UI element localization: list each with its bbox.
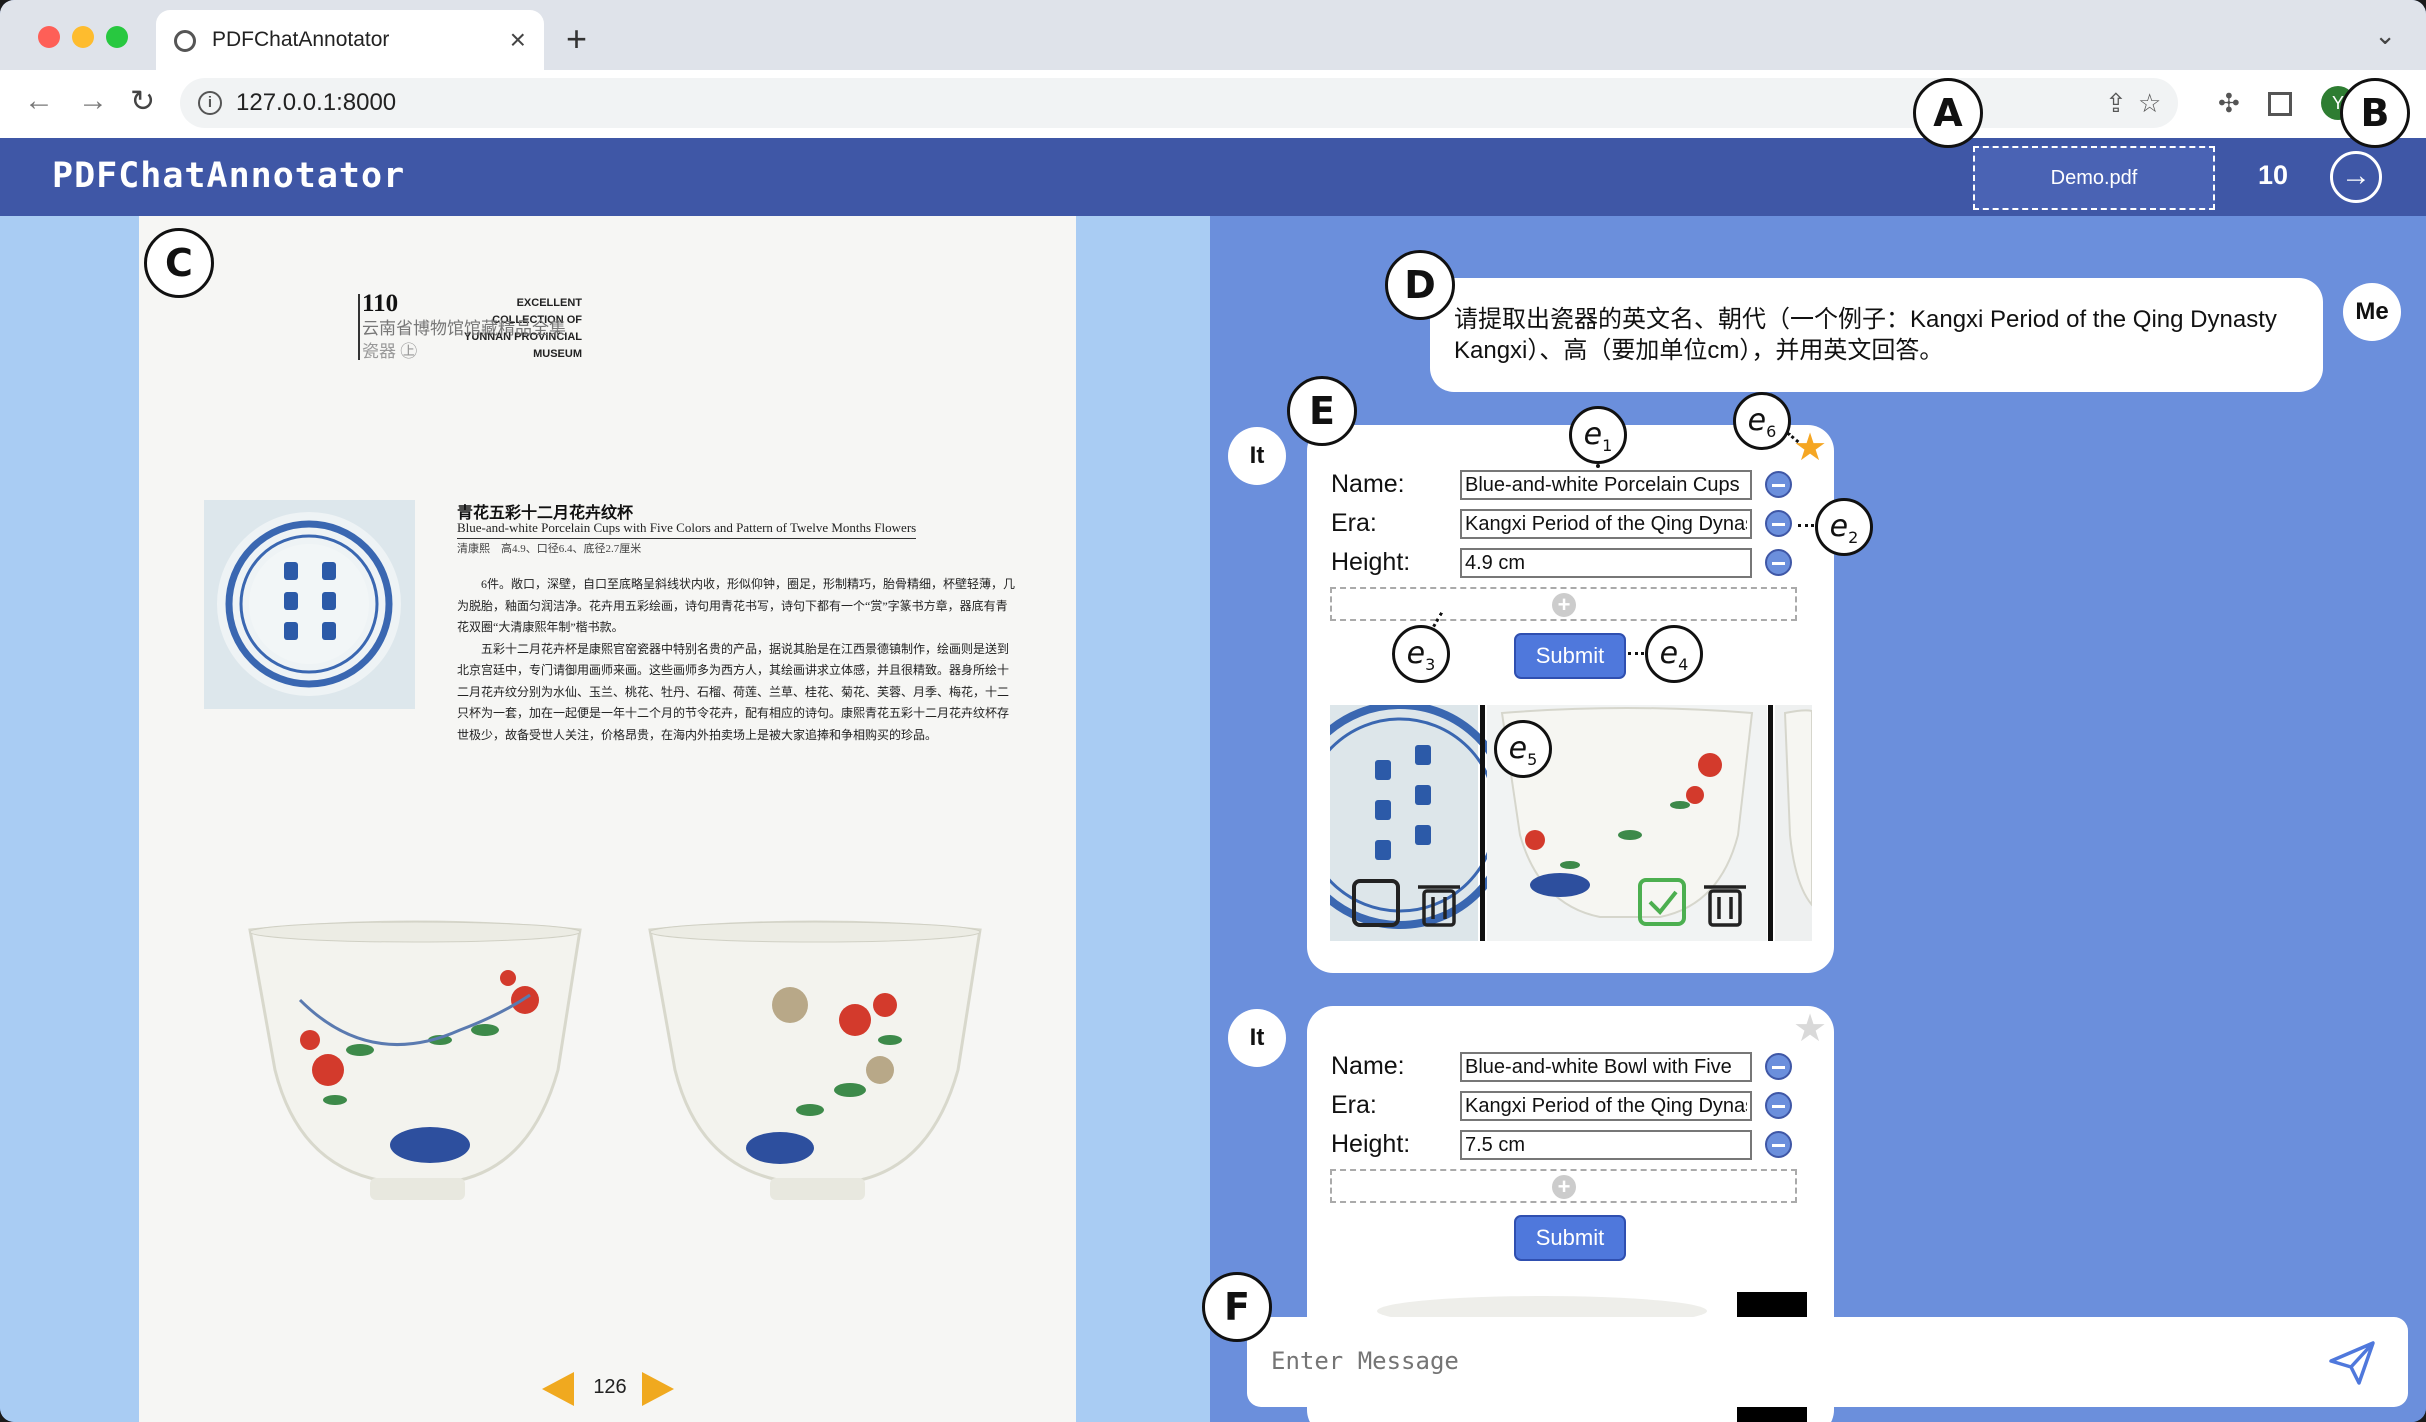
callout-b: B bbox=[2340, 78, 2410, 148]
divider bbox=[358, 294, 360, 360]
item-meta: 清康熙 高4.9、口径6.4、底径2.7厘米 bbox=[457, 543, 642, 555]
item-description: 6件。敞口，深壁，自口至底略呈斜线状内收，形似仰钟，圈足，形制精巧，胎骨精细，杯… bbox=[457, 574, 1017, 746]
info-icon[interactable]: i bbox=[198, 91, 222, 115]
name-field[interactable] bbox=[1460, 470, 1752, 500]
new-tab-icon[interactable]: + bbox=[566, 18, 587, 60]
callout-pointer bbox=[1596, 464, 1600, 468]
user-message-text: 请提取出瓷器的英文名、朝代（一个例子：Kangxi Period of the … bbox=[1454, 306, 2277, 364]
annotation-card: ★ Name: Era: Height: + Submit bbox=[1307, 425, 1834, 973]
close-tab-icon[interactable]: × bbox=[510, 24, 526, 56]
callout-a: A bbox=[1913, 78, 1983, 148]
app-header: PDFChatAnnotator Demo.pdf 10 → bbox=[0, 138, 2426, 216]
image-gallery bbox=[1330, 705, 1812, 941]
cups-photo bbox=[248, 920, 982, 1200]
tab-strip: PDFChatAnnotator × + ⌄ bbox=[0, 0, 2426, 72]
callout-e: E bbox=[1287, 376, 1357, 446]
extensions-icon[interactable]: ✣ bbox=[2218, 88, 2240, 119]
submit-button[interactable]: Submit bbox=[1514, 1215, 1626, 1261]
forward-icon[interactable]: → bbox=[78, 84, 108, 118]
share-icon[interactable]: ⇪ bbox=[2105, 88, 2127, 119]
send-icon[interactable] bbox=[2327, 1339, 2377, 1387]
browser-tab[interactable]: PDFChatAnnotator × bbox=[156, 10, 544, 72]
minus-icon[interactable] bbox=[1765, 1131, 1792, 1158]
field-label: Name: bbox=[1331, 470, 1405, 498]
arrow-right-icon[interactable]: → bbox=[2330, 151, 2382, 203]
callout-e3: e3 bbox=[1392, 625, 1450, 683]
callout-e6: e6 bbox=[1733, 392, 1791, 450]
plus-icon: + bbox=[1552, 1175, 1576, 1199]
chevron-down-icon[interactable]: ⌄ bbox=[2374, 20, 2396, 51]
message-input[interactable] bbox=[1271, 1341, 2271, 1381]
page-count: 10 bbox=[2258, 160, 2289, 190]
tab-title: PDFChatAnnotator bbox=[212, 28, 390, 51]
minimize-window-button[interactable] bbox=[72, 26, 94, 48]
app-title: PDFChatAnnotator bbox=[52, 156, 406, 196]
message-composer bbox=[1247, 1317, 2408, 1407]
bookmark-star-icon[interactable]: ☆ bbox=[2138, 88, 2161, 119]
era-field[interactable] bbox=[1460, 1091, 1752, 1121]
book-number: 110 bbox=[362, 290, 399, 317]
url-text[interactable]: 127.0.0.1:8000 bbox=[236, 89, 396, 117]
cup-base-image bbox=[204, 500, 415, 709]
name-field[interactable] bbox=[1460, 1052, 1752, 1082]
callout-e5: e5 bbox=[1494, 720, 1552, 778]
back-icon[interactable]: ← bbox=[24, 84, 54, 118]
prev-page-icon[interactable] bbox=[540, 1370, 576, 1408]
bot-avatar: It bbox=[1228, 1009, 1286, 1067]
callout-d: D bbox=[1385, 250, 1455, 320]
minus-icon[interactable] bbox=[1765, 1092, 1792, 1119]
star-icon[interactable]: ★ bbox=[1793, 1010, 1827, 1048]
item-title-en: Blue-and-white Porcelain Cups with Five … bbox=[457, 520, 917, 539]
address-bar-row: ← → ↻ i 127.0.0.1:8000 ⇪ ☆ ✣ bbox=[0, 70, 2426, 138]
plus-icon: + bbox=[1552, 593, 1576, 617]
pdf-page bbox=[139, 216, 1076, 1422]
field-label: Height: bbox=[1331, 548, 1411, 576]
callout-e2: e2 bbox=[1815, 498, 1873, 556]
callout-c: C bbox=[144, 228, 214, 298]
minus-icon[interactable] bbox=[1765, 471, 1792, 498]
submit-button[interactable]: Submit bbox=[1514, 633, 1626, 679]
field-label: Era: bbox=[1331, 1091, 1377, 1119]
field-label: Height: bbox=[1331, 1130, 1411, 1158]
minus-icon[interactable] bbox=[1765, 549, 1792, 576]
reload-icon[interactable]: ↻ bbox=[130, 84, 155, 119]
era-field[interactable] bbox=[1460, 509, 1752, 539]
callout-e4: e4 bbox=[1645, 625, 1703, 683]
user-avatar: Me bbox=[2343, 283, 2401, 341]
maximize-window-button[interactable] bbox=[106, 26, 128, 48]
callout-pointer bbox=[1628, 652, 1644, 655]
star-icon[interactable]: ★ bbox=[1793, 429, 1827, 467]
pdf-upload-dropzone[interactable]: Demo.pdf bbox=[1973, 146, 2215, 210]
next-page-icon[interactable] bbox=[640, 1370, 676, 1408]
globe-icon bbox=[174, 30, 196, 52]
omnibox[interactable]: i 127.0.0.1:8000 ⇪ ☆ bbox=[180, 78, 2178, 128]
height-field[interactable] bbox=[1460, 1130, 1752, 1160]
browser-window: PDFChatAnnotator × + ⌄ ← → ↻ i 127.0.0.1… bbox=[0, 0, 2426, 1422]
callout-f: F bbox=[1202, 1272, 1272, 1342]
field-label: Era: bbox=[1331, 509, 1377, 537]
current-page: 126 bbox=[593, 1376, 627, 1398]
add-field-button[interactable]: + bbox=[1330, 587, 1797, 621]
user-message-bubble: 请提取出瓷器的英文名、朝代（一个例子：Kangxi Period of the … bbox=[1430, 278, 2323, 392]
paragraph: 五彩十二月花卉杯是康熙官窑瓷器中特别名贵的产品，据说其胎是在江西景德镇制作，绘画… bbox=[457, 641, 1010, 742]
add-field-button[interactable]: + bbox=[1330, 1169, 1797, 1203]
book-subtitle: 云南省博物馆馆藏精品全集 bbox=[362, 319, 566, 338]
height-field[interactable] bbox=[1460, 548, 1752, 578]
bot-avatar: It bbox=[1228, 427, 1286, 485]
pdf-pager: 126 bbox=[540, 1368, 680, 1408]
minus-icon[interactable] bbox=[1765, 510, 1792, 537]
field-label: Name: bbox=[1331, 1052, 1405, 1080]
book-volume: 瓷器 ㊤ bbox=[362, 342, 418, 361]
callout-e1: e1 bbox=[1569, 406, 1627, 464]
paragraph: 6件。敞口，深壁，自口至底略呈斜线状内收，形似仰钟，圈足，形制精巧，胎骨精细，杯… bbox=[457, 577, 1016, 634]
minus-icon[interactable] bbox=[1765, 1053, 1792, 1080]
sidepanel-icon[interactable] bbox=[2268, 92, 2292, 116]
close-window-button[interactable] bbox=[38, 26, 60, 48]
callout-pointer bbox=[1798, 524, 1814, 527]
